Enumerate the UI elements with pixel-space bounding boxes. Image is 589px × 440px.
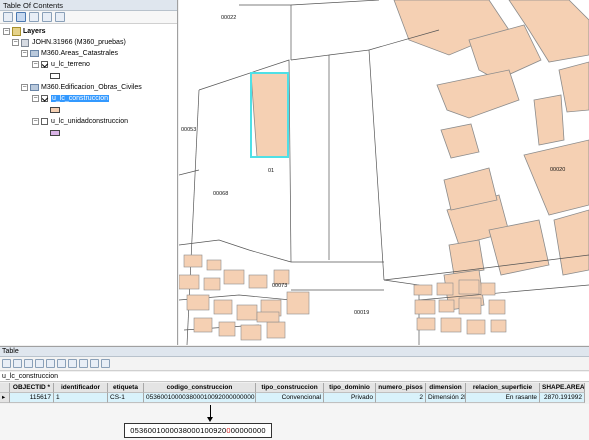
- map-view[interactable]: 00022 00053 00068 00020 00073 00019 01: [179, 0, 589, 345]
- cell-numero-pisos[interactable]: 2: [376, 393, 426, 403]
- label-00020: 00020: [550, 167, 565, 173]
- unidad-symbol-swatch: [50, 130, 60, 136]
- lower-right-parcels: [413, 279, 507, 335]
- table-options-icon[interactable]: [2, 359, 11, 368]
- col-dimension[interactable]: dimension: [426, 383, 466, 393]
- tree-row-terreno[interactable]: − u_lc_terreno: [32, 59, 90, 70]
- toc-toolbar: [0, 11, 177, 24]
- arcmap-window: Table Of Contents − Layers − JOHN.31966 …: [0, 0, 589, 440]
- options-icon[interactable]: [55, 12, 65, 22]
- terreno-symbol-swatch: [50, 73, 60, 79]
- layers-label: Layers: [23, 28, 46, 35]
- group-layer-icon: [30, 50, 39, 57]
- row-selector-header[interactable]: [0, 383, 10, 393]
- col-tipo-construccion[interactable]: tipo_construccion: [256, 383, 324, 393]
- select-by-attributes-icon[interactable]: [24, 359, 33, 368]
- label-00022: 00022: [221, 15, 236, 21]
- tree-row-group-edificacion[interactable]: − M360.Edificacion_Obras_Civiles: [21, 82, 142, 93]
- col-etiqueta[interactable]: etiqueta: [108, 383, 144, 393]
- table-empty-area: [0, 404, 589, 440]
- layer-tree: − Layers − JOHN.31966 (M360_pruebas) − M…: [0, 24, 177, 136]
- layers-icon: [12, 27, 21, 36]
- cell-relacion-superficie[interactable]: En rasante: [466, 393, 540, 403]
- building-parcels: [250, 0, 589, 311]
- group-areas-label: M360.Areas_Catastrales: [41, 50, 119, 57]
- construccion-symbol-swatch: [50, 107, 60, 113]
- label-00068: 00068: [213, 191, 228, 197]
- cell-identificador[interactable]: 1: [54, 393, 108, 403]
- edit-icon[interactable]: [101, 359, 110, 368]
- cell-shape-area[interactable]: 2870.191992: [540, 393, 585, 403]
- collapse-icon[interactable]: −: [32, 118, 39, 125]
- layer-construccion-label: u_lc_construccion: [51, 95, 110, 102]
- code-callout: 0536001000038000100920000000000: [124, 423, 272, 438]
- callout-arrow-head-icon: [207, 417, 213, 422]
- delete-selected-icon[interactable]: [68, 359, 77, 368]
- attribute-grid: OBJECTID * identificador etiqueta codigo…: [0, 383, 589, 403]
- copy-icon[interactable]: [79, 359, 88, 368]
- label-00073: 00073: [272, 283, 287, 289]
- tree-row-construccion[interactable]: − u_lc_construccion: [32, 93, 110, 104]
- related-tables-icon[interactable]: [13, 359, 22, 368]
- cell-tipo-dominio[interactable]: Privado: [324, 393, 376, 403]
- paste-icon[interactable]: [90, 359, 99, 368]
- cell-tipo-construccion[interactable]: Convencional: [256, 393, 324, 403]
- collapse-icon[interactable]: −: [32, 61, 39, 68]
- cell-objectid[interactable]: 115617: [10, 393, 54, 403]
- list-by-source-icon[interactable]: [16, 12, 26, 22]
- clear-selection-icon[interactable]: [46, 359, 55, 368]
- header-row: OBJECTID * identificador etiqueta codigo…: [0, 383, 589, 393]
- visibility-checkbox[interactable]: [41, 118, 48, 125]
- cell-codigo-construccion[interactable]: 053600100003800010092000000000: [144, 393, 256, 403]
- list-by-selection-icon[interactable]: [42, 12, 52, 22]
- lower-left-parcels: [179, 254, 310, 341]
- switch-selection-icon[interactable]: [35, 359, 44, 368]
- toc-title: Table Of Contents: [0, 0, 177, 11]
- list-by-drawing-order-icon[interactable]: [3, 12, 13, 22]
- col-objectid[interactable]: OBJECTID *: [10, 383, 54, 393]
- map-canvas[interactable]: 00022 00053 00068 00020 00073 00019 01: [179, 0, 589, 345]
- database-label: JOHN.31966 (M360_pruebas): [32, 39, 126, 46]
- row-selector[interactable]: ▸: [0, 393, 10, 403]
- table-tab-name[interactable]: u_lc_construccion: [0, 372, 589, 382]
- collapse-icon[interactable]: −: [12, 39, 19, 46]
- layer-terreno-label: u_lc_terreno: [51, 61, 90, 68]
- zoom-to-selected-icon[interactable]: [57, 359, 66, 368]
- list-by-visibility-icon[interactable]: [29, 12, 39, 22]
- visibility-checkbox[interactable]: [41, 95, 48, 102]
- label-00019: 00019: [354, 310, 369, 316]
- col-numero-pisos[interactable]: numero_pisos: [376, 383, 426, 393]
- group-edificacion-label: M360.Edificacion_Obras_Civiles: [41, 84, 142, 91]
- cell-dimension[interactable]: Dimensión 2D: [426, 393, 466, 403]
- tree-row-layers[interactable]: − Layers: [3, 26, 46, 37]
- table-of-contents-panel: Table Of Contents − Layers − JOHN.31966 …: [0, 0, 178, 345]
- collapse-icon[interactable]: −: [3, 28, 10, 35]
- tree-row-group-areas[interactable]: − M360.Areas_Catastrales: [21, 48, 118, 59]
- database-icon: [21, 38, 29, 47]
- col-shape-area[interactable]: SHAPE.AREA: [540, 383, 585, 393]
- tree-row-unidadconstruccion[interactable]: − u_lc_unidadconstruccion: [32, 116, 128, 127]
- label-00053: 00053: [181, 127, 196, 133]
- collapse-icon[interactable]: −: [32, 95, 39, 102]
- tree-row-database[interactable]: − JOHN.31966 (M360_pruebas): [12, 37, 126, 48]
- table-toolbar: [0, 357, 589, 371]
- col-relacion-superficie[interactable]: relacion_superficie: [466, 383, 540, 393]
- table-row[interactable]: ▸ 115617 1 CS-1 053600100003800010092000…: [0, 393, 589, 403]
- table-window-title: Table: [0, 346, 589, 357]
- visibility-checkbox[interactable]: [41, 61, 48, 68]
- callout-code-suffix: 00000000: [230, 426, 266, 435]
- cell-etiqueta[interactable]: CS-1: [108, 393, 144, 403]
- col-codigo-construccion[interactable]: codigo_construccion: [144, 383, 256, 393]
- callout-code-prefix: 0536001000038000100920: [130, 426, 227, 435]
- collapse-icon[interactable]: −: [21, 84, 28, 91]
- group-layer-icon: [30, 84, 39, 91]
- col-tipo-dominio[interactable]: tipo_dominio: [324, 383, 376, 393]
- col-identificador[interactable]: identificador: [54, 383, 108, 393]
- layer-unidad-label: u_lc_unidadconstruccion: [51, 118, 129, 125]
- label-dot: 01: [268, 168, 274, 174]
- collapse-icon[interactable]: −: [21, 50, 28, 57]
